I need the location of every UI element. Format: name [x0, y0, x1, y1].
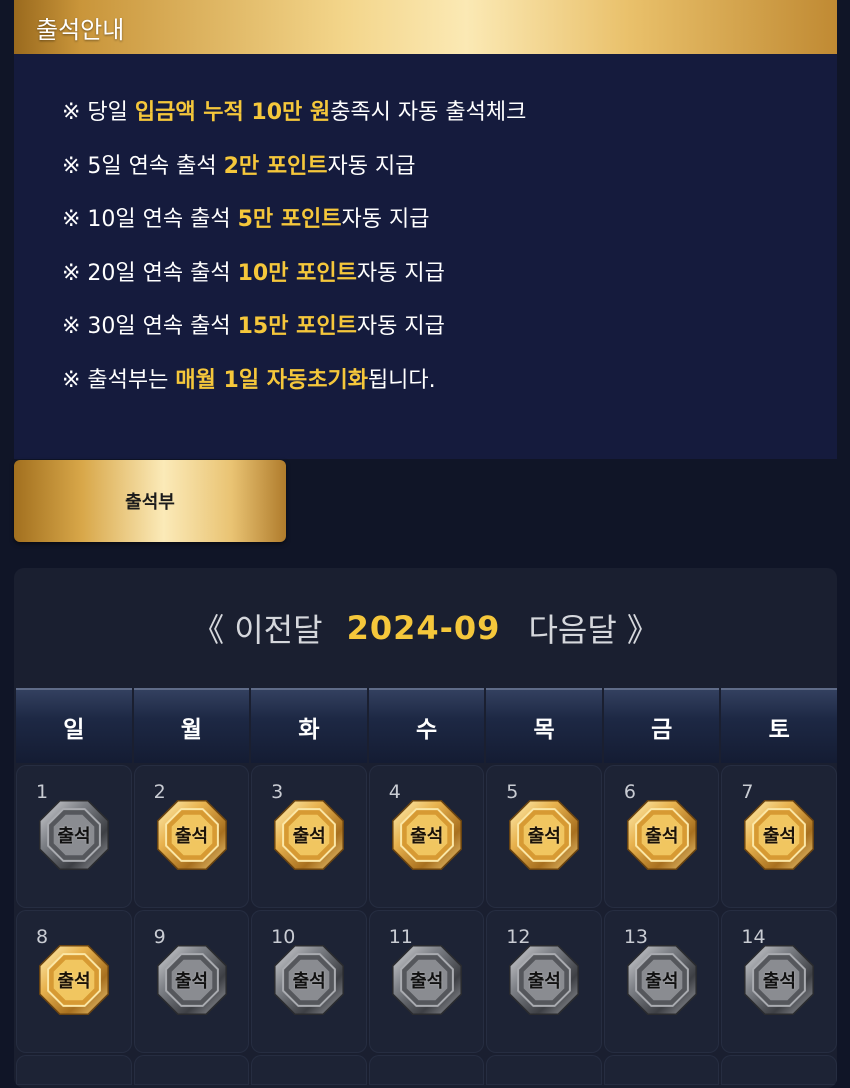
stamp-label: 출석 [527, 826, 561, 847]
calendar-day-cell[interactable]: 12 출석 [486, 910, 602, 1053]
stamp-label: 출석 [762, 971, 796, 992]
calendar-day-cell-partial [368, 1055, 485, 1085]
stamp-label: 출석 [645, 971, 679, 992]
calendar-day-cell[interactable]: 14 출석 [721, 910, 837, 1053]
weekday-header-row: 일 월 화 수 목 금 토 [16, 688, 837, 763]
calendar-day-cell[interactable]: 10 출석 [251, 910, 367, 1053]
rule-line: ※ 출석부는 매월 1일 자동초기화됩니다. [62, 367, 436, 393]
attendance-book-tab[interactable]: 출석부 [14, 460, 286, 542]
calendar-day-cell[interactable]: 8 출석 [16, 910, 132, 1053]
calendar-day-cell-partial [251, 1055, 367, 1085]
next-month-button[interactable]: 다음달 》 [528, 605, 659, 651]
rule-highlight: 매월 1일 자동초기화 [175, 367, 368, 393]
stamp-label: 출석 [410, 826, 444, 847]
stamp-label: 출석 [527, 971, 561, 992]
attendance-stamp-gold: 출석 [271, 797, 347, 873]
stamp-label: 출석 [175, 826, 209, 847]
stamp-label: 출석 [645, 826, 679, 847]
rule-line: ※ 당일 입금액 누적 10만 원충족시 자동 출석체크 [62, 100, 527, 125]
calendar-day-cell-partial [721, 1055, 837, 1085]
attendance-rules-panel: ※ 당일 입금액 누적 10만 원충족시 자동 출석체크 ※ 5일 연속 출석 … [14, 54, 837, 459]
calendar-day-cell-partial [16, 1055, 132, 1085]
weekday-mon: 월 [133, 688, 250, 763]
attendance-stamp-silver: 출석 [624, 942, 700, 1018]
attendance-stamp-silver: 출석 [36, 797, 112, 873]
calendar-day-cell[interactable]: 5 출석 [486, 765, 602, 908]
rule-line: ※ 20일 연속 출석 10만 포인트자동 지급 [62, 260, 445, 286]
calendar-day-cell[interactable]: 6 출석 [603, 765, 720, 908]
calendar-day-cell[interactable]: 1 출석 [16, 765, 132, 908]
attendance-stamp-silver: 출석 [506, 942, 582, 1018]
stamp-label: 출석 [175, 971, 209, 992]
calendar-day-cell[interactable]: 4 출석 [368, 765, 485, 908]
rule-line: ※ 5일 연속 출석 2만 포인트자동 지급 [62, 153, 416, 179]
calendar-day-cell-partial [486, 1055, 602, 1085]
weekday-thu: 목 [486, 688, 602, 763]
month-navigation: 《 이전달 2024-09 다음달 》 [14, 568, 837, 688]
attendance-stamp-gold: 출석 [741, 797, 817, 873]
rule-highlight: 2만 포인트 [223, 153, 328, 179]
calendar-day-cell[interactable]: 3 출석 [251, 765, 367, 908]
weekday-tue: 화 [251, 688, 367, 763]
weekday-sun: 일 [16, 688, 132, 763]
calendar-day-cell-partial [603, 1055, 720, 1085]
attendance-stamp-silver: 출석 [741, 942, 817, 1018]
prev-month-button[interactable]: 《 이전달 [192, 605, 323, 651]
calendar-day-cell[interactable]: 9 출석 [133, 910, 250, 1053]
stamp-label: 출석 [57, 826, 91, 847]
attendance-info-header: 출석안내 [14, 0, 837, 54]
attendance-stamp-gold: 출석 [389, 797, 465, 873]
rule-highlight: 5만 포인트 [237, 207, 342, 232]
stamp-label: 출석 [57, 971, 91, 992]
stamp-label: 출석 [292, 826, 326, 847]
rule-highlight: 15만 포인트 [237, 314, 357, 339]
attendance-stamp-silver: 출석 [271, 942, 347, 1018]
weekday-wed: 수 [368, 688, 485, 763]
stamp-label: 출석 [762, 826, 796, 847]
calendar-day-cell[interactable]: 13 출석 [603, 910, 720, 1053]
weekday-fri: 금 [603, 688, 720, 763]
attendance-stamp-gold: 출석 [506, 797, 582, 873]
attendance-book-tab-label: 출석부 [125, 492, 175, 513]
stamp-label: 출석 [292, 971, 326, 992]
attendance-info-title: 출석안내 [36, 15, 125, 44]
attendance-calendar: 《 이전달 2024-09 다음달 》 일 월 화 수 목 금 토 1 출석 2 출석… [14, 568, 837, 1088]
attendance-stamp-silver: 출석 [389, 942, 465, 1018]
rule-line: ※ 10일 연속 출석 5만 포인트자동 지급 [62, 207, 430, 232]
attendance-stamp-silver: 출석 [154, 942, 230, 1018]
stamp-label: 출석 [410, 971, 444, 992]
rule-highlight: 10만 포인트 [237, 260, 357, 286]
calendar-day-cell[interactable]: 2 출석 [133, 765, 250, 908]
calendar-day-cell-partial [133, 1055, 250, 1085]
attendance-stamp-gold: 출석 [624, 797, 700, 873]
rule-line: ※ 30일 연속 출석 15만 포인트자동 지급 [62, 314, 445, 339]
calendar-days-grid: 1 출석 2 출석 3 출석 4 출석 5 출석 6 출석 7 출석 8 출석 9 출석 10 출석 11 출석 12 출석 1… [16, 765, 837, 1085]
calendar-day-cell[interactable]: 11 출석 [368, 910, 485, 1053]
attendance-stamp-gold: 출석 [36, 942, 112, 1018]
calendar-day-cell[interactable]: 7 출석 [721, 765, 837, 908]
current-month-label: 2024-09 [346, 609, 501, 647]
rule-highlight: 입금액 누적 10만 원 [134, 100, 331, 125]
attendance-stamp-gold: 출석 [154, 797, 230, 873]
weekday-sat: 토 [721, 688, 837, 763]
